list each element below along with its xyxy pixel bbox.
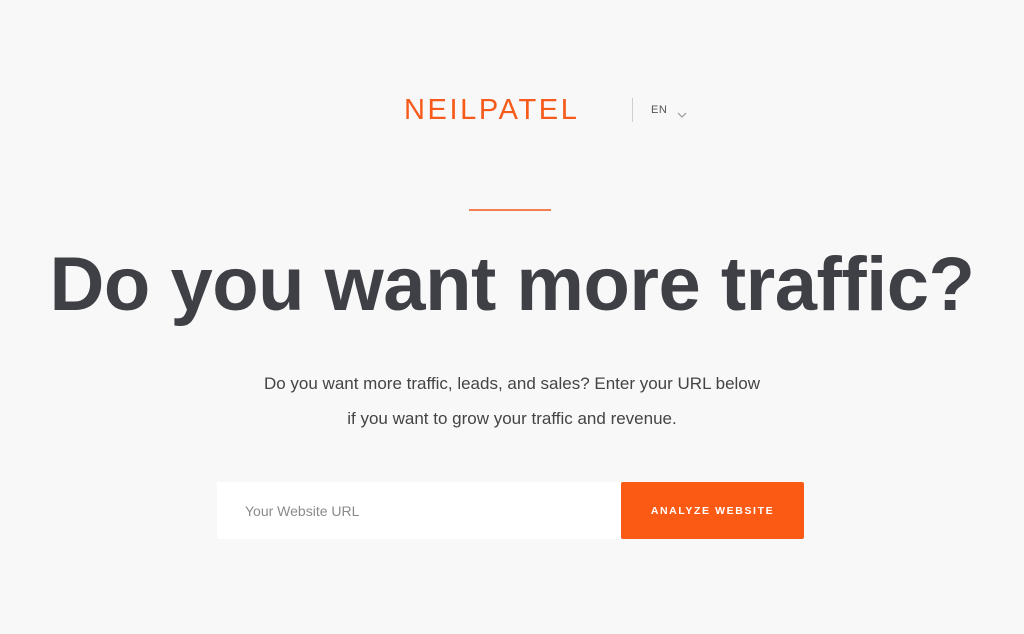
- website-url-input[interactable]: [217, 482, 621, 539]
- url-analyze-form: ANALYZE WEBSITE: [217, 482, 804, 539]
- chevron-down-icon: [677, 106, 687, 118]
- hero-description-line-2: if you want to grow your traffic and rev…: [347, 409, 677, 428]
- page-headline: Do you want more traffic?: [49, 242, 975, 327]
- analyze-website-button[interactable]: ANALYZE WEBSITE: [621, 482, 804, 539]
- hero-description-line-1: Do you want more traffic, leads, and sal…: [263, 374, 761, 393]
- accent-divider: [469, 209, 551, 211]
- site-header: NEILPATEL EN: [0, 92, 1024, 132]
- hero-description: Do you want more traffic, leads, and sal…: [112, 366, 912, 436]
- header-divider: [632, 98, 633, 122]
- language-label: EN: [651, 104, 668, 116]
- language-selector[interactable]: EN: [651, 101, 687, 119]
- neilpatel-logo[interactable]: NEILPATEL: [404, 92, 579, 128]
